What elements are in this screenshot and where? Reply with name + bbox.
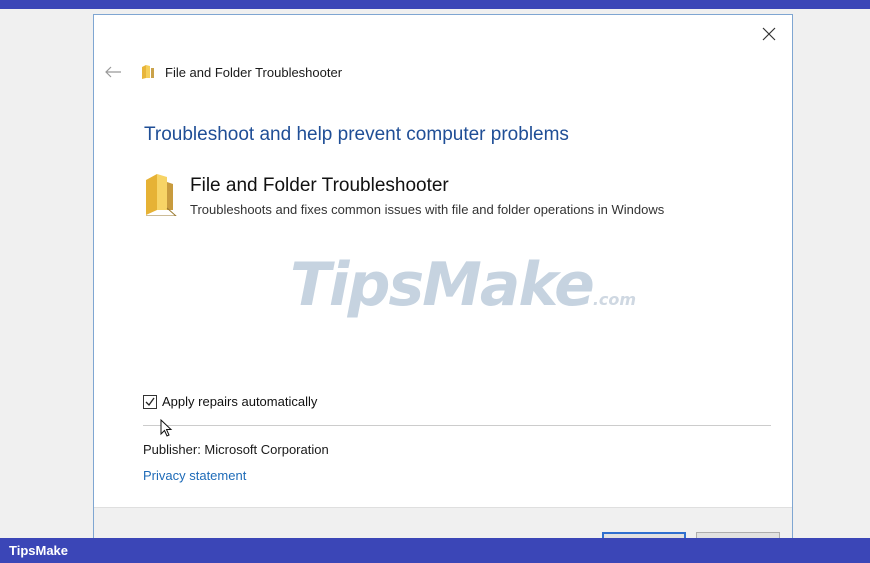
divider [143,425,771,426]
back-button[interactable] [104,65,122,79]
privacy-statement-link[interactable]: Privacy statement [143,468,246,483]
brand-label: TipsMake [9,543,69,558]
watermark-suffix: .com [592,290,637,309]
page-heading: Troubleshoot and help prevent computer p… [144,124,569,145]
troubleshooter-description: Troubleshoots and fixes common issues wi… [190,202,665,217]
window-title: File and Folder Troubleshooter [165,65,343,80]
folder-icon [146,174,177,216]
apply-repairs-label[interactable]: Apply repairs automatically [162,394,317,409]
close-icon [762,27,776,41]
folder-icon [142,65,154,79]
watermark-text: TipsMake [290,250,595,320]
back-arrow-icon [105,66,121,78]
mouse-cursor-icon [160,419,173,437]
troubleshooter-name: File and Folder Troubleshooter [190,175,449,196]
troubleshooter-dialog: File and Folder Troubleshooter Troublesh… [93,14,793,558]
top-accent-strip [0,0,870,9]
watermark-logo: TipsMake.com [290,250,636,320]
brand-bar: TipsMake [0,538,870,563]
checkmark-icon [145,397,155,407]
publisher-info: Publisher: Microsoft Corporation [143,442,329,457]
close-button[interactable] [760,25,778,43]
apply-repairs-checkbox[interactable] [143,395,157,409]
